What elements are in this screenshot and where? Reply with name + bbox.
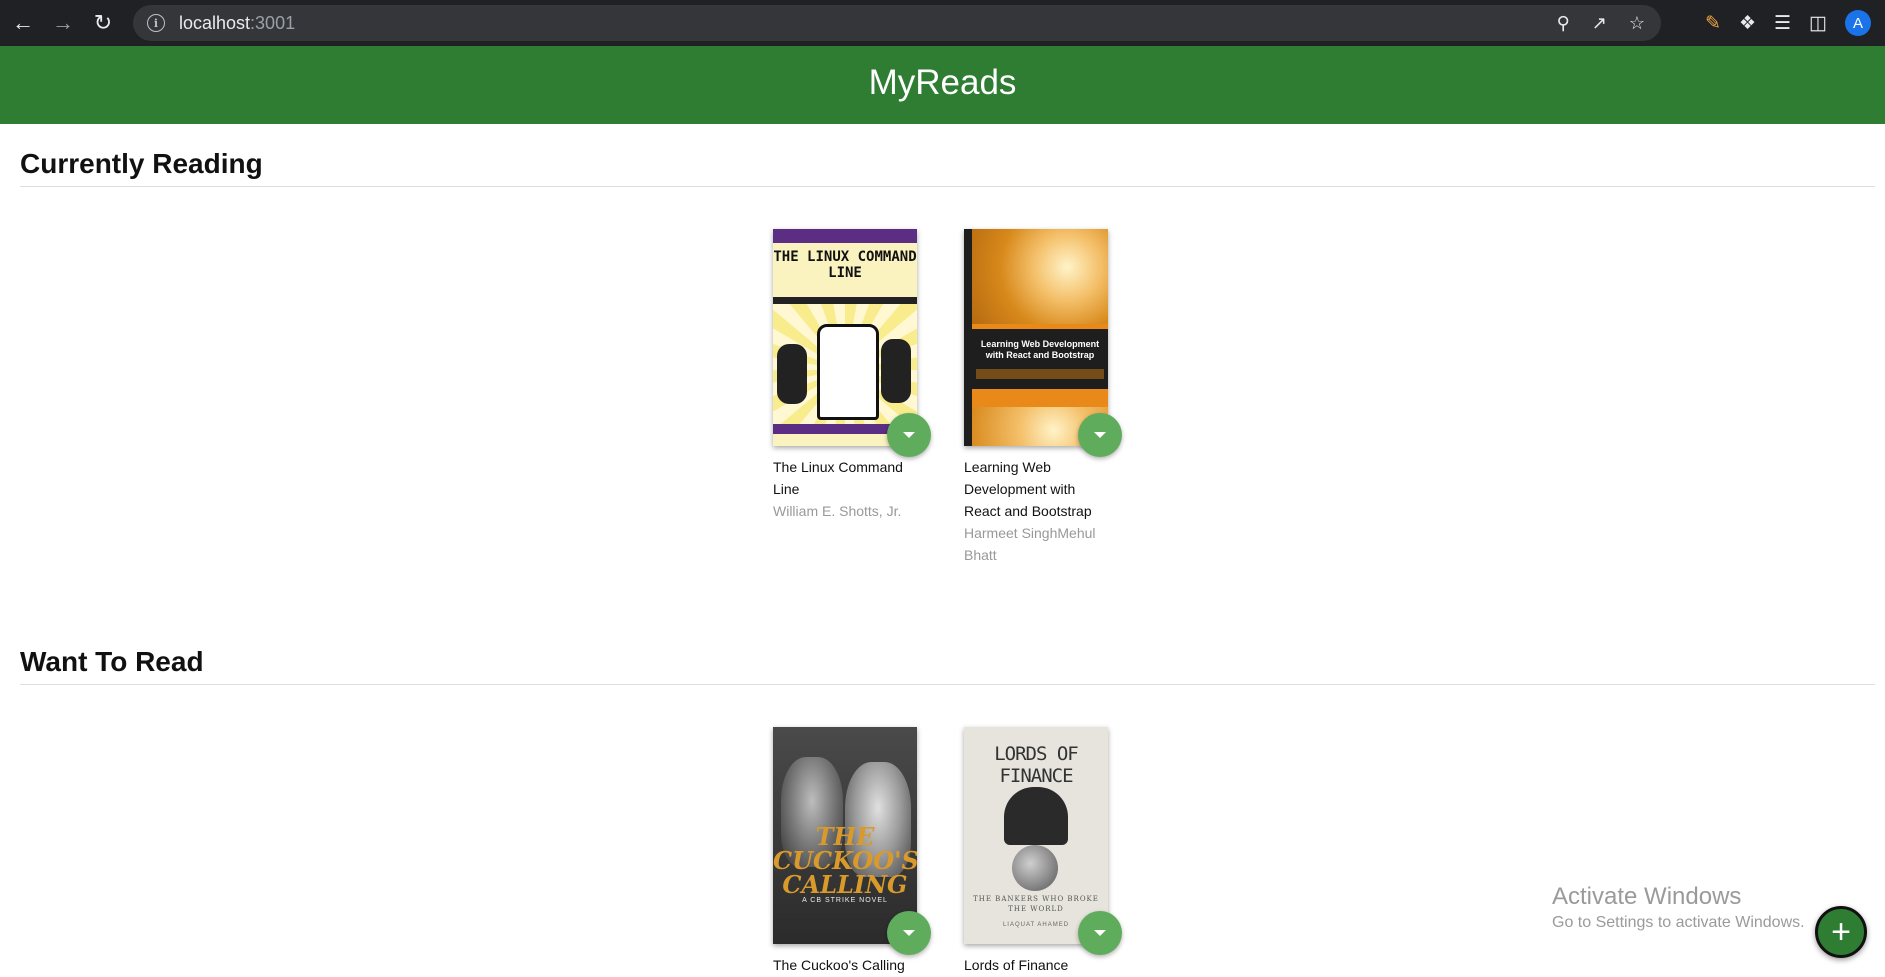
- book-cover[interactable]: THE LINUX COMMAND LINE: [773, 229, 917, 446]
- book-grid: THE CUCKOO'S CALLING A CB STRIKE NOVEL T…: [773, 727, 1122, 976]
- shelf-want-to-read: Want To Read THE CUCKOO'S CALLING A CB S…: [20, 646, 1875, 973]
- book-item: THE CUCKOO'S CALLING A CB STRIKE NOVEL T…: [773, 727, 931, 976]
- caret-down-icon: [1094, 930, 1106, 936]
- book-grid: THE LINUX COMMAND LINE The Linux Command…: [773, 229, 1122, 566]
- add-book-button[interactable]: +: [1815, 906, 1867, 958]
- cover-subtitle: A CB STRIKE NOVEL: [802, 897, 888, 904]
- watermark-subtitle: Go to Settings to activate Windows.: [1552, 914, 1805, 931]
- shelf-changer-button[interactable]: [1078, 911, 1122, 955]
- book-title: Learning Web Development with React and …: [964, 459, 1092, 519]
- shelf-title: Want To Read: [20, 646, 1875, 685]
- watermark-title: Activate Windows: [1552, 883, 1742, 910]
- app-header: MyReads: [0, 46, 1885, 124]
- book-authors: William E. Shotts, Jr.: [773, 503, 902, 519]
- cover-title: THE CUCKOO'S CALLING: [773, 822, 917, 899]
- reload-icon[interactable]: ↻: [86, 6, 120, 40]
- book-item: Learning Web Development with React and …: [964, 229, 1122, 566]
- side-panel-icon[interactable]: ◫: [1809, 12, 1827, 35]
- shelf-title: Currently Reading: [20, 148, 1875, 187]
- book-title: The Linux Command Line: [773, 459, 903, 497]
- shelf-changer-button[interactable]: [887, 413, 931, 457]
- book-cover[interactable]: LORDS OF FINANCE THE BANKERS WHO BROKE T…: [964, 727, 1108, 944]
- cover-title: Learning Web Development with React and …: [980, 339, 1100, 360]
- shelf-changer-button[interactable]: [1078, 413, 1122, 457]
- pen-extension-icon[interactable]: ✎: [1705, 12, 1721, 35]
- address-bar[interactable]: i localhost:3001 ⚲ ↗ ☆: [133, 5, 1661, 41]
- book-title: The Cuckoo's Calling: [773, 957, 905, 973]
- url-port: :3001: [250, 12, 296, 33]
- zoom-icon[interactable]: ⚲: [1557, 13, 1570, 34]
- profile-avatar[interactable]: A: [1845, 10, 1871, 36]
- shelf-changer-button[interactable]: [887, 911, 931, 955]
- browser-toolbar: ← → ↻ i localhost:3001 ⚲ ↗ ☆ ✎ ❖ ☰ ◫ A: [0, 0, 1885, 46]
- bookmark-star-icon[interactable]: ☆: [1629, 13, 1645, 34]
- share-icon[interactable]: ↗: [1592, 13, 1607, 34]
- windows-activation-watermark: Activate Windows Go to Settings to activ…: [1552, 882, 1805, 934]
- caret-down-icon: [903, 930, 915, 936]
- book-item: LORDS OF FINANCE THE BANKERS WHO BROKE T…: [964, 727, 1122, 976]
- book-authors: Harmeet SinghMehul Bhatt: [964, 525, 1096, 563]
- book-title: Lords of Finance: [964, 957, 1069, 973]
- cover-title: LORDS OF FINANCE: [994, 743, 1079, 787]
- app-title: MyReads: [868, 63, 1017, 102]
- cover-subtitle: THE BANKERS WHO BROKE THE WORLD: [973, 895, 1099, 913]
- cover-title: THE LINUX COMMAND LINE: [773, 249, 917, 281]
- url-text[interactable]: localhost:3001: [179, 13, 295, 34]
- book-item: THE LINUX COMMAND LINE The Linux Command…: [773, 229, 931, 566]
- back-arrow-icon[interactable]: ←: [6, 6, 40, 40]
- extensions-puzzle-icon[interactable]: ❖: [1739, 12, 1756, 35]
- caret-down-icon: [903, 432, 915, 438]
- url-host: localhost: [179, 12, 251, 33]
- book-cover[interactable]: Learning Web Development with React and …: [964, 229, 1108, 446]
- forward-arrow-icon[interactable]: →: [46, 6, 80, 40]
- book-cover[interactable]: THE CUCKOO'S CALLING A CB STRIKE NOVEL: [773, 727, 917, 944]
- reading-list-icon[interactable]: ☰: [1774, 12, 1791, 35]
- plus-icon: +: [1831, 912, 1851, 951]
- shelf-currently-reading: Currently Reading THE LINUX COMMAND LINE…: [20, 148, 1875, 563]
- site-info-icon[interactable]: i: [147, 14, 165, 32]
- caret-down-icon: [1094, 432, 1106, 438]
